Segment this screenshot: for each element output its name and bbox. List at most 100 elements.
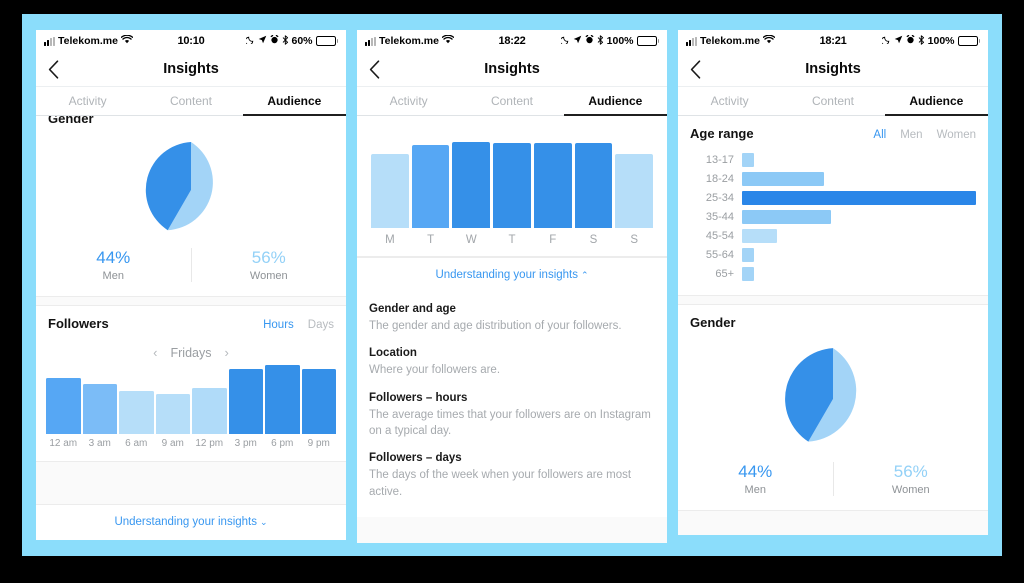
status-bar: Telekom.me 10:10 60% — [36, 30, 346, 52]
age-range-row: 55-64 — [690, 248, 976, 262]
gender-card-title: Gender — [48, 116, 94, 126]
nav-bar: Insights — [678, 52, 988, 86]
followers-card: Followers Hours Days ‹ Fridays › 12 am 3 … — [36, 305, 346, 462]
location-arrow-icon — [258, 35, 267, 47]
carrier-label: Telekom.me — [700, 35, 760, 47]
bar-column — [82, 362, 117, 434]
women-label: Women — [891, 484, 930, 496]
gender-legend: 44% Men 56% Women — [36, 246, 346, 296]
gender-card: Gender 44% Men 56% Women — [678, 304, 988, 511]
age-range-track — [742, 267, 976, 281]
axis-tick-label: 3 pm — [234, 438, 257, 449]
axis-tick-label: 12 pm — [195, 438, 224, 449]
bar — [192, 387, 227, 434]
bar — [265, 364, 300, 434]
pie-svg — [145, 142, 213, 231]
segment-days[interactable]: Days — [308, 319, 334, 331]
bar-column — [411, 138, 450, 228]
segment-hours[interactable]: Hours — [263, 319, 294, 331]
bar-column — [119, 362, 154, 434]
understanding-your-insights-link[interactable]: Understanding your insights ⌃ — [357, 257, 667, 293]
followers-hours-bar-chart — [36, 362, 346, 434]
age-range-label: 55-64 — [705, 249, 734, 261]
back-chevron-icon[interactable] — [678, 52, 712, 86]
battery-percent-label: 100% — [606, 35, 634, 47]
age-range-row: 13-17 — [690, 153, 976, 167]
axis-tick-label: T — [427, 234, 435, 246]
age-range-row: 18-24 — [690, 172, 976, 186]
tab-content[interactable]: Content — [781, 87, 884, 115]
gender-card: Gender 44% Men 56% Women — [36, 116, 346, 297]
age-range-card-head: Age range All Men Women — [678, 116, 988, 143]
glossary-term: Gender and age — [369, 303, 456, 315]
legend-women: 56% Women — [832, 462, 989, 496]
men-label: Men — [744, 484, 766, 496]
tab-activity[interactable]: Activity — [36, 87, 139, 115]
age-range-label: 25-34 — [705, 192, 734, 204]
bar-column — [574, 138, 613, 228]
battery-icon — [957, 36, 981, 46]
scroll-body[interactable]: M T W T F S S Understanding your insights ⌃ Gen… — [357, 116, 667, 543]
nav-bar: Insights — [357, 52, 667, 86]
segment-men[interactable]: Men — [900, 129, 922, 141]
bluetooth-icon — [282, 34, 289, 48]
age-range-card: Age range All Men Women 13-17 18-24 25-34 3… — [678, 116, 988, 296]
axis-tick-label: W — [465, 234, 477, 246]
prev-day-button[interactable]: ‹ — [153, 345, 157, 360]
next-day-button[interactable]: › — [224, 345, 228, 360]
tab-content[interactable]: Content — [139, 87, 242, 115]
bar-column — [615, 138, 654, 228]
tab-content[interactable]: Content — [460, 87, 563, 115]
axis-tick-label: S — [630, 234, 638, 246]
page-title: Insights — [484, 61, 540, 77]
age-range-track — [742, 191, 976, 205]
page-title: Insights — [163, 61, 219, 77]
followers-hours-axis: 12 am 3 am 6 am 9 am 12 pm 3 pm 6 pm 9 pm — [36, 434, 346, 461]
age-range-row: 35-44 — [690, 210, 976, 224]
bar — [615, 154, 654, 228]
gender-legend: 44% Men 56% Women — [678, 460, 988, 510]
bar — [301, 369, 336, 434]
age-range-bar — [742, 267, 754, 281]
nav-bar: Insights — [36, 52, 346, 86]
age-range-label: 45-54 — [705, 230, 734, 242]
gender-card-title: Gender — [690, 315, 736, 330]
tab-activity[interactable]: Activity — [678, 87, 781, 115]
understanding-your-insights-link[interactable]: Understanding your insights ⌄ — [36, 504, 346, 540]
scroll-body[interactable]: Gender 44% Men 56% Women Followers Hours… — [36, 116, 346, 540]
back-chevron-icon[interactable] — [357, 52, 391, 86]
status-left: Telekom.me — [686, 34, 819, 47]
gender-pie-chart — [678, 332, 988, 460]
glossary-definition: The gender and age distribution of your … — [369, 320, 622, 332]
glossary-definition: The days of the week when your followers… — [369, 469, 632, 498]
segment-all[interactable]: All — [873, 129, 886, 141]
wifi-icon — [441, 34, 455, 47]
battery-percent-label: 100% — [927, 35, 955, 47]
battery-icon — [636, 36, 660, 46]
tab-audience[interactable]: Audience — [563, 87, 667, 116]
bar-column — [155, 362, 190, 434]
status-right: 100% — [847, 34, 981, 48]
legend-women: 56% Women — [190, 248, 347, 282]
gender-card-head: Gender — [36, 116, 346, 130]
segment-women[interactable]: Women — [937, 129, 976, 141]
bar-column — [452, 138, 491, 228]
tab-audience[interactable]: Audience — [242, 87, 346, 116]
bar — [452, 141, 491, 228]
status-bar: Telekom.me 18:21 100% — [678, 30, 988, 52]
page-title: Insights — [805, 61, 861, 77]
bar — [493, 143, 531, 228]
bar-column — [265, 362, 300, 434]
status-right: 60% — [205, 34, 339, 48]
understanding-label: Understanding your insights — [435, 269, 578, 281]
bar-column — [371, 138, 409, 228]
glossary-item: Followers – days The days of the week whe… — [369, 452, 655, 500]
back-chevron-icon[interactable] — [36, 52, 70, 86]
tab-audience[interactable]: Audience — [884, 87, 988, 116]
bar — [371, 154, 409, 228]
age-segment-control: All Men Women — [873, 129, 976, 141]
screenshot-canvas: Telekom.me 10:10 60% Insights Activity C… — [0, 0, 1024, 583]
scroll-body[interactable]: Age range All Men Women 13-17 18-24 25-34 3… — [678, 116, 988, 535]
phone-screen-days: Telekom.me 18:22 100% Insights Activity … — [357, 30, 667, 543]
tab-activity[interactable]: Activity — [357, 87, 460, 115]
